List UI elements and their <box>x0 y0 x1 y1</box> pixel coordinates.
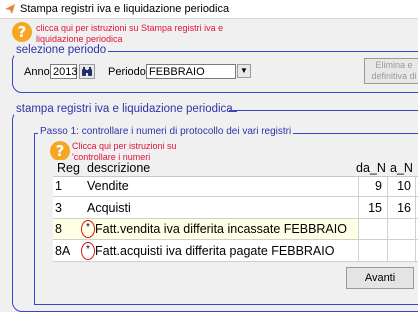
registri-group-title: stampa registri iva e liquidazione perio… <box>14 103 235 115</box>
table-cell-mark: * <box>86 222 90 233</box>
title-bar: Stampa registri iva e liquidazione perio… <box>0 0 418 19</box>
help-icon[interactable]: ? <box>12 22 32 42</box>
table-cell-descrizione[interactable]: Acquisti <box>87 198 131 218</box>
table-cell-descrizione[interactable]: Fatt.vendita iva differita incassate FEB… <box>95 219 358 239</box>
chevron-down-icon: ▼ <box>240 66 248 75</box>
table-cell-a-n[interactable]: 16 <box>387 198 411 218</box>
anno-label: Anno <box>24 66 50 78</box>
table-cell-a-n[interactable]: 10 <box>387 176 411 196</box>
avanti-button[interactable]: Avanti <box>346 267 414 289</box>
periodo-label: Periodo <box>108 66 146 78</box>
passo1-title: Passo 1: controllare i numeri di protoco… <box>38 126 294 137</box>
table-cell-mark: * <box>86 244 90 255</box>
binoculars-button[interactable] <box>79 64 95 79</box>
elimina-definitiva-button[interactable]: Elimina e definitiva di <box>364 58 418 84</box>
table-cell-reg: 3 <box>55 201 62 215</box>
periodo-select[interactable]: FEBBRAIO <box>146 64 236 79</box>
help-passo1-icon[interactable]: ? <box>50 141 70 161</box>
frame-dash <box>229 110 237 112</box>
col-a-n: a_N <box>390 161 413 175</box>
anno-input[interactable]: 2013 <box>50 64 77 79</box>
row-divider <box>53 239 418 240</box>
table-cell-reg: 8 <box>55 222 62 236</box>
periodo-dropdown-button[interactable]: ▼ <box>237 64 251 78</box>
table-cell-descrizione[interactable]: Vendite <box>87 176 129 196</box>
window-title: Stampa registri iva e liquidazione perio… <box>20 3 230 15</box>
row-divider <box>53 196 418 197</box>
table-header: Reg descrizione da_N a_N <box>53 160 418 177</box>
periodo-group-title: selezione periodo <box>14 44 109 56</box>
col-descrizione: descrizione <box>87 161 151 175</box>
table-cell-reg: 1 <box>55 179 62 193</box>
col-da-n: da_N <box>356 161 386 175</box>
app-icon <box>5 4 15 14</box>
table-cell-reg: 8A <box>55 244 71 258</box>
table-cell-descrizione[interactable]: Fatt.acquisti iva differita pagate FEBBR… <box>95 241 358 261</box>
help-top-link[interactable]: clicca qui per istruzioni su Stampa regi… <box>36 23 226 45</box>
binoculars-icon <box>82 67 92 76</box>
col-reg: Reg <box>57 161 80 175</box>
table-cell-da-n[interactable]: 9 <box>358 176 382 196</box>
table-cell-da-n[interactable]: 15 <box>358 198 382 218</box>
